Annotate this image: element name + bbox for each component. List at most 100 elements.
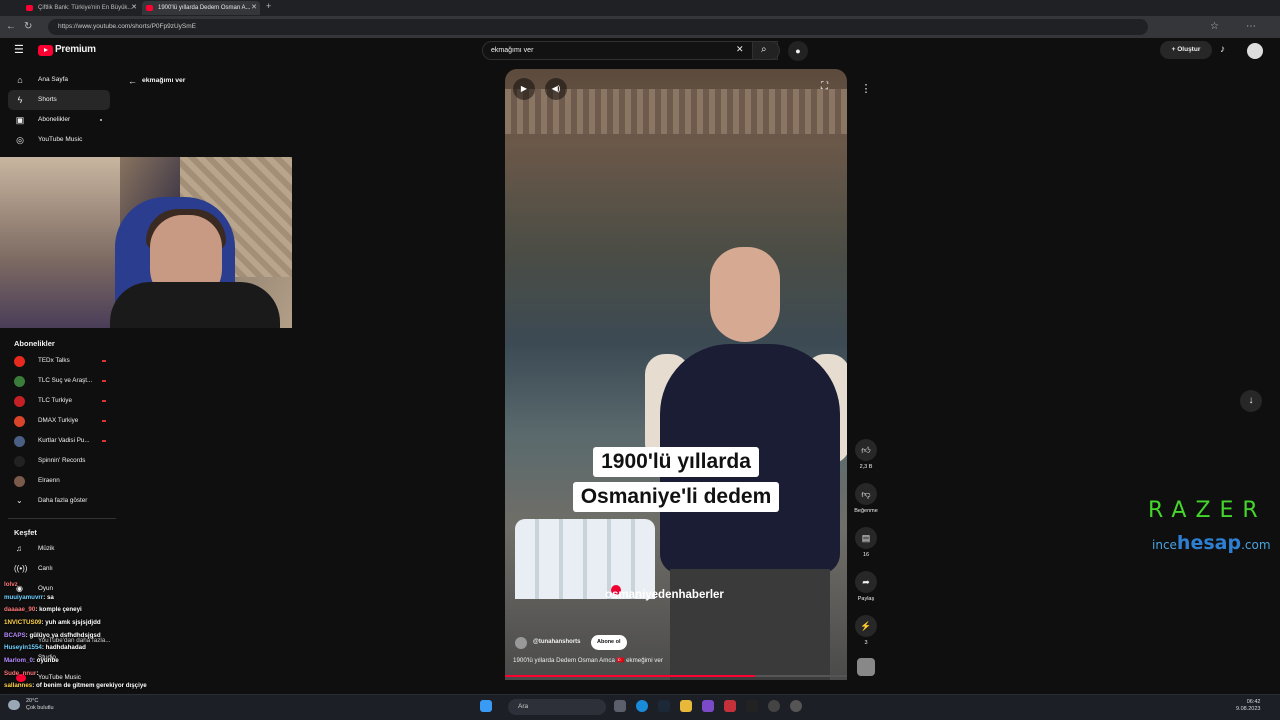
back-arrow-icon[interactable]: ← [128, 76, 137, 86]
back-icon[interactable]: ← [6, 19, 16, 35]
sidebar-item-shorts[interactable]: ϟ Shorts [8, 90, 110, 110]
caption-text: Osmaniye'li dedem [572, 482, 780, 512]
search-back-label[interactable]: ekmağımı ver [142, 77, 185, 84]
weather-widget[interactable]: 20°C Çok bulutlu [8, 698, 54, 712]
remix-button[interactable]: ⚡ [855, 615, 877, 637]
share-button[interactable]: ➦ [855, 571, 877, 593]
close-tab-icon[interactable]: ✕ [131, 1, 137, 15]
sidebar-item-subscriptions[interactable]: ▣ Abonelikler [8, 110, 110, 130]
url-field[interactable]: https://www.youtube.com/shorts/P0Fp9zUyS… [48, 19, 1148, 35]
video-bottles [515, 519, 655, 599]
clock-time: 06:42 [1246, 699, 1261, 705]
app-icon[interactable] [702, 700, 714, 712]
app-icon[interactable] [790, 700, 802, 712]
reload-icon[interactable]: ↻ [24, 19, 32, 35]
sidebar-item-home[interactable]: ⌂ Ana Sayfa [8, 70, 110, 90]
youtube-logo-icon[interactable] [38, 45, 53, 56]
shorts-video-player[interactable]: ▶ ◀) ⛶ 1900'lü yıllarda Osmaniye'li dede… [505, 69, 847, 680]
subscription-label: TEDx Talks [38, 357, 70, 364]
logo-part-bold: hesap [1176, 532, 1242, 554]
sidebar-subscription-item[interactable]: DMAX Turkiye [8, 411, 112, 431]
sound-thumbnail[interactable] [857, 658, 875, 676]
chat-message: Sude_nnur: [4, 670, 38, 677]
sidebar-subscription-item[interactable]: TLC Suç ve Araşt... [8, 371, 112, 391]
live-indicator-icon [102, 440, 106, 442]
taskbar-search[interactable]: Ara [508, 699, 606, 715]
voice-search-icon[interactable]: ● [788, 41, 808, 61]
like-button[interactable]: 👍︎ [855, 439, 877, 461]
next-video-button[interactable]: ↓ [1240, 390, 1262, 412]
browser-menu-icon[interactable]: ⋯ [1246, 19, 1256, 35]
sidebar-subscription-item[interactable]: TLC Turkiye [8, 391, 112, 411]
sidebar-item-music[interactable]: ♫ Müzik [8, 539, 112, 559]
fullscreen-icon[interactable]: ⛶ [821, 81, 828, 92]
video-progress-bar[interactable] [505, 675, 847, 677]
dislike-button[interactable]: 👎︎ [855, 483, 877, 505]
chat-username: BCAPS [4, 632, 26, 639]
file-explorer-icon[interactable] [680, 700, 692, 712]
chat-username: Sude_nnur [4, 670, 37, 677]
search-input[interactable]: ekmağımı ver [482, 41, 778, 60]
new-tab-icon[interactable]: + [266, 1, 271, 11]
avatar[interactable] [1247, 43, 1263, 59]
chat-text: : sa [43, 594, 54, 601]
sidebar-subscription-item[interactable]: TEDx Talks [8, 351, 112, 371]
system-clock[interactable]: 06:42 9.08.2023 [1236, 699, 1260, 713]
notifications-icon[interactable]: ♪ [1220, 44, 1225, 55]
create-button[interactable]: + Oluştur [1160, 41, 1212, 59]
sidebar-item-live[interactable]: ((•)) Canlı [8, 559, 112, 579]
sidebar-subscription-item[interactable]: Elraenn [8, 471, 112, 491]
sidebar-subscription-item[interactable]: Kurtlar Vadisi Pu... [8, 431, 112, 451]
clear-search-icon[interactable]: ✕ [736, 44, 744, 55]
browser-tab-active[interactable]: 1900'lü yıllarda Dedem Osman A... ✕ [142, 1, 260, 15]
chat-text: : oyunbe [32, 657, 59, 664]
music-note-icon: ♫ [16, 544, 22, 553]
favorites-icon[interactable]: ☆ [1210, 19, 1219, 35]
sidebar-item-youtube-music[interactable]: ◎ YouTube Music [8, 130, 110, 150]
task-view-icon[interactable] [614, 700, 626, 712]
search-button[interactable]: ⌕ [752, 41, 780, 60]
dislike-label: Beğenme [854, 508, 878, 514]
subscriptions-heading: Abonelikler [14, 339, 55, 348]
more-options-icon[interactable]: ⋮ [855, 78, 877, 100]
comment-icon: ▤ [861, 533, 871, 543]
logo-domain: .com [1241, 538, 1271, 552]
video-person-head [710, 247, 780, 342]
menu-icon[interactable]: ☰ [14, 43, 24, 56]
steam-icon[interactable] [658, 700, 670, 712]
show-more-button[interactable]: ⌄ Daha fazla göster [8, 491, 112, 511]
volume-icon[interactable]: ◀) [545, 78, 567, 100]
comments-button[interactable]: ▤ [855, 527, 877, 549]
youtube-favicon-icon [26, 5, 33, 11]
live-indicator-icon [102, 380, 106, 382]
tab-label: 1900'lü yıllarda Dedem Osman A... [158, 5, 251, 11]
subscribe-button[interactable]: Abone ol [591, 635, 627, 650]
chat-message: daaaae_90: komple çeneyi [4, 606, 82, 613]
app-icon[interactable] [768, 700, 780, 712]
caption-line-1: 1900'lü yıllarda [505, 447, 847, 477]
channel-avatar[interactable] [515, 637, 527, 649]
chat-username: sallannes [4, 682, 33, 689]
edge-icon[interactable] [636, 700, 648, 712]
channel-name[interactable]: @tunahanshorts [533, 639, 581, 645]
windows-start-icon[interactable] [480, 700, 492, 712]
caption-text: 1900'lü yıllarda [593, 447, 759, 477]
sidebar-item-label: Oyun [38, 585, 54, 592]
chat-message: 1NVICTUS09: yuh amk sjsjsjdjdd [4, 619, 101, 626]
sidebar-item-label: Müzik [38, 545, 55, 552]
play-icon[interactable]: ▶ [513, 78, 535, 100]
sidebar-subscription-item[interactable]: Spinnin' Records [8, 451, 112, 471]
search-icon: ⌕ [761, 44, 767, 55]
webcam-overlay [0, 157, 292, 328]
live-icon: ((•)) [14, 564, 28, 573]
chat-username: 1NVICTUS09 [4, 619, 42, 626]
remix-icon: ⚡ [860, 621, 872, 631]
app-icon[interactable] [746, 700, 758, 712]
browser-tab-bar: Çiftlik Bank: Türkiye'nin En Büyük... ✕ … [0, 0, 1280, 16]
browser-tab[interactable]: Çiftlik Bank: Türkiye'nin En Büyük... ✕ [22, 1, 140, 15]
app-icon[interactable] [724, 700, 736, 712]
comment-count: 16 [862, 552, 870, 558]
close-tab-icon[interactable]: ✕ [251, 1, 257, 15]
music-icon: ◎ [16, 135, 24, 145]
share-icon: ➦ [862, 577, 870, 587]
